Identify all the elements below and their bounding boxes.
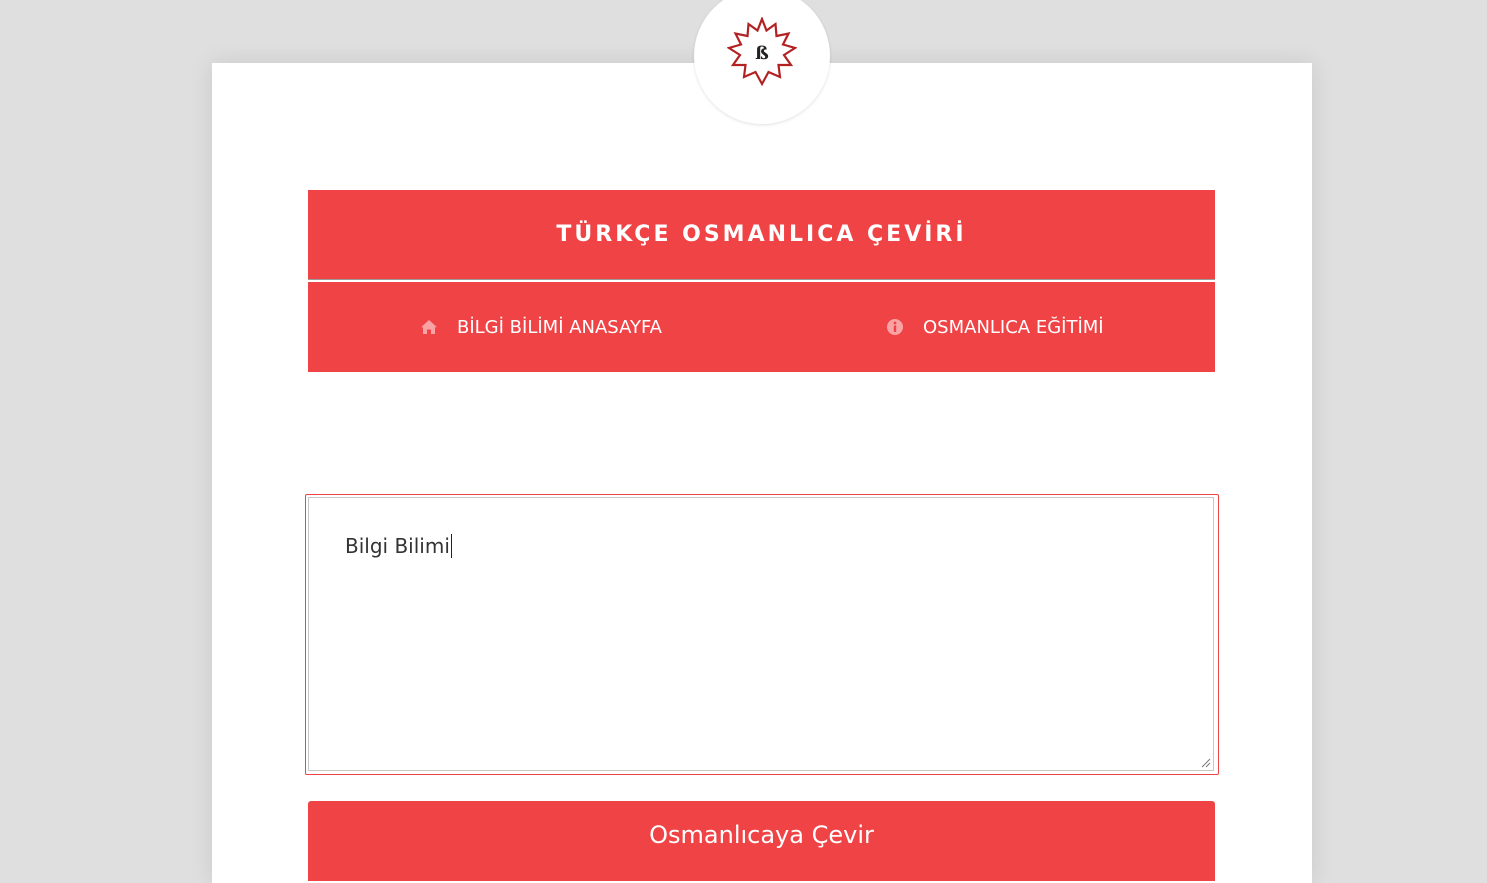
resize-handle-icon[interactable] <box>1201 758 1211 768</box>
nav-bar: BİLGİ BİLİMİ ANASAYFA OSMANLICA EĞİTİMİ <box>308 282 1215 372</box>
page-header: TÜRKÇE OSMANLICA ÇEVİRİ <box>308 190 1215 280</box>
nav-item-education-label: OSMANLICA EĞİTİMİ <box>923 316 1104 338</box>
nav-item-education[interactable]: OSMANLICA EĞİTİMİ <box>886 282 1104 372</box>
ottoman-seal-icon: ß <box>727 17 797 87</box>
convert-button[interactable]: Osmanlıcaya Çevir <box>308 801 1215 881</box>
info-circle-icon <box>887 319 903 335</box>
nav-item-home[interactable]: BİLGİ BİLİMİ ANASAYFA <box>420 282 662 372</box>
nav-item-home-label: BİLGİ BİLİMİ ANASAYFA <box>457 316 662 338</box>
textarea-field[interactable]: Bilgi Bilimi <box>308 497 1214 771</box>
textarea-value: Bilgi Bilimi <box>345 534 450 558</box>
text-caret <box>450 534 452 558</box>
home-icon <box>421 320 437 334</box>
text-input-area[interactable]: Bilgi Bilimi <box>305 494 1219 775</box>
page-title: TÜRKÇE OSMANLICA ÇEVİRİ <box>556 222 967 247</box>
logo-glyph: ß <box>755 43 769 64</box>
